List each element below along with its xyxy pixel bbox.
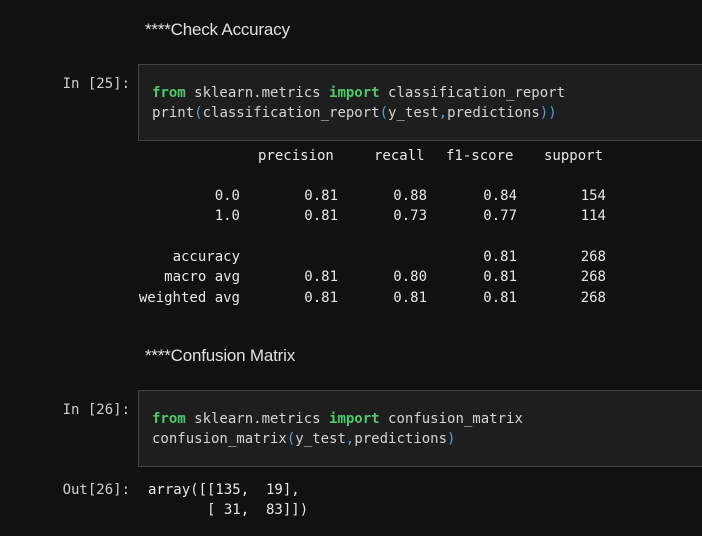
cell-25-input[interactable]: from sklearn.metrics import classificati… [138, 64, 702, 141]
confusion-matrix-output-line-2: [ 31, 83]]) [148, 502, 309, 518]
report-row-recall: 0.88 [393, 188, 427, 204]
arg-1: y_test [295, 431, 346, 447]
report-row-f1: 0.77 [483, 208, 517, 224]
module-name: sklearn.metrics [185, 85, 330, 101]
arg-1: y_test [388, 105, 439, 121]
cell-26-line-2: confusion_matrix(y_test,predictions) [152, 431, 455, 447]
arg-2: predictions [447, 105, 540, 121]
report-row-precision: 0.81 [304, 188, 338, 204]
keyword-from: from [152, 411, 186, 427]
report-row-recall: 0.80 [393, 269, 427, 285]
report-row-support: 268 [580, 290, 606, 306]
paren-open-2: ( [379, 105, 389, 121]
report-row-f1: 0.81 [483, 249, 517, 265]
cell-26-out-prompt: Out[26]: [62, 482, 130, 498]
report-row-label: 0.0 [214, 188, 240, 204]
report-row-support: 114 [580, 208, 606, 224]
report-row-label: 1.0 [214, 208, 240, 224]
report-header-support: support [544, 148, 604, 164]
paren-close: ) [447, 431, 456, 447]
keyword-from: from [152, 85, 186, 101]
report-header-f1: f1-score [446, 148, 514, 164]
import-name: classification_report [379, 85, 566, 101]
keyword-import: import [329, 85, 380, 101]
report-row-recall: 0.81 [393, 290, 427, 306]
report-row-recall: 0.73 [393, 208, 427, 224]
report-header-precision: precision [258, 148, 334, 164]
func-print: print [152, 105, 195, 121]
func-inner: classification_report [202, 105, 380, 121]
func-confusion-matrix: confusion_matrix [152, 431, 287, 447]
report-row-support: 268 [580, 249, 606, 265]
report-row-f1: 0.81 [483, 290, 517, 306]
report-row-f1: 0.84 [483, 188, 517, 204]
report-row-label: accuracy [172, 249, 240, 265]
paren-close: )) [539, 105, 557, 121]
confusion-matrix-output-line-1: array([[135, 19], [148, 482, 300, 498]
cell-26-line-1: from sklearn.metrics import confusion_ma… [152, 411, 523, 427]
cell-26-input[interactable]: from sklearn.metrics import confusion_ma… [138, 390, 702, 467]
keyword-import: import [329, 411, 380, 427]
report-row-precision: 0.81 [304, 208, 338, 224]
module-name: sklearn.metrics [185, 411, 330, 427]
report-row-label: macro avg [164, 269, 240, 285]
cell-26-prompt: In [26]: [62, 402, 130, 418]
cell-25-line-2: print(classification_report(y_test,predi… [152, 105, 557, 121]
report-row-support: 154 [580, 188, 606, 204]
heading-confusion-matrix: ****Confusion Matrix [145, 346, 296, 365]
previous-output-text: ' ' ' ' ' ' ' ' ' ' ' ' ' ' ' ' ' ' ' ' … [150, 0, 674, 4]
paren-open: ( [194, 105, 203, 121]
report-row-support: 268 [580, 269, 606, 285]
report-header-recall: recall [374, 148, 425, 164]
cell-25-prompt: In [25]: [62, 76, 130, 92]
import-name: confusion_matrix [379, 411, 523, 427]
previous-output-remnant: ' ' ' ' ' ' ' ' ' ' ' ' ' ' ' ' ' ' ' ' … [150, 0, 702, 4]
report-row-label: weighted avg [138, 290, 240, 306]
arg-2: predictions [354, 431, 448, 447]
report-row-f1: 0.81 [483, 269, 517, 285]
report-row-precision: 0.81 [304, 269, 338, 285]
comma: , [438, 105, 448, 121]
cell-25-line-1: from sklearn.metrics import classificati… [152, 85, 565, 101]
heading-check-accuracy: ****Check Accuracy [145, 20, 290, 39]
report-row-precision: 0.81 [304, 290, 338, 306]
